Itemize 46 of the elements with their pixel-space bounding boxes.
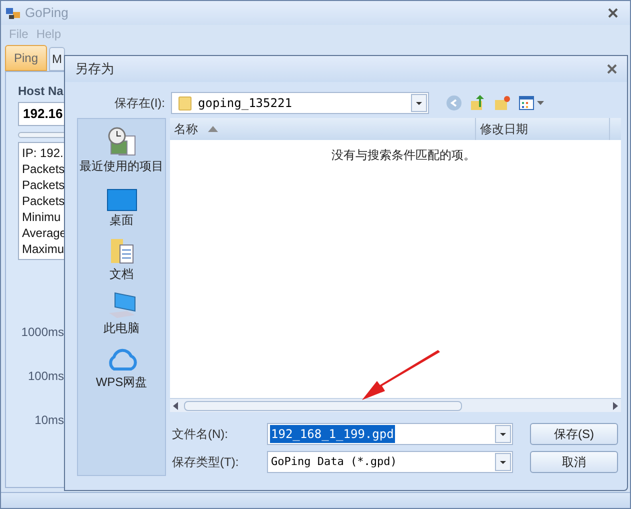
field-label: 保存类型(T): — [171, 454, 240, 471]
field-label: Host Na — [18, 83, 64, 100]
file-type-dropdown[interactable]: GoPing Data (*.gpd) — [267, 451, 513, 473]
tab[interactable]: M — [49, 47, 66, 71]
new-folder-icon[interactable] — [494, 95, 511, 111]
place-item[interactable]: 此电脑 — [104, 319, 140, 337]
column-header[interactable]: 修改日期 — [476, 118, 610, 140]
folder-dropdown[interactable]: goping_135221 — [171, 92, 429, 114]
column-header[interactable]: 名称 — [170, 118, 476, 140]
file-name-field[interactable]: 192_168_1_199.gpd — [267, 423, 513, 445]
tab[interactable]: Ping — [5, 45, 48, 71]
clock-document-icon — [106, 127, 136, 157]
stat-line: IP: 192. — [22, 145, 64, 161]
stat-line: Packets — [22, 193, 65, 209]
app-icon — [5, 5, 21, 21]
field-label: 文件名(N): — [171, 426, 229, 443]
close-icon[interactable] — [608, 8, 618, 18]
folder-icon — [178, 95, 192, 111]
documents-folder-icon — [108, 237, 134, 265]
stat-line: Maximu — [22, 241, 64, 257]
dialog-button[interactable]: 保存(S) — [530, 423, 618, 445]
scroll-left-icon[interactable] — [172, 400, 180, 410]
axis-label: 1000ms — [21, 324, 64, 340]
dialog-title: 另存为 — [75, 60, 114, 78]
stat-line: Minimu — [22, 209, 61, 225]
dialog-button[interactable]: 取消 — [530, 451, 618, 473]
desktop-icon — [106, 189, 136, 211]
window-title: GoPing — [25, 4, 68, 22]
scrollbar-thumb[interactable] — [184, 400, 462, 410]
stat-line: Packets — [22, 177, 65, 193]
stat-line: Average — [22, 225, 66, 241]
computer-icon — [106, 291, 136, 319]
place-item[interactable]: 文档 — [110, 265, 134, 283]
place-item[interactable]: 最近使用的项目 — [80, 157, 164, 175]
scroll-right-icon[interactable] — [611, 400, 619, 410]
field-label: 保存在(I): — [113, 95, 166, 112]
horizontal-scrollbar[interactable] — [170, 398, 621, 412]
stat-line: Packets — [22, 161, 65, 177]
place-item[interactable]: 桌面 — [110, 211, 134, 229]
view-menu-icon[interactable] — [519, 95, 545, 111]
axis-label: 100ms — [28, 368, 64, 384]
axis-label: 10ms — [34, 412, 64, 428]
place-item[interactable]: WPS网盘 — [96, 373, 148, 391]
up-folder-icon[interactable] — [470, 95, 486, 111]
close-icon[interactable] — [607, 64, 617, 74]
empty-message: 没有与搜索条件匹配的项。 — [332, 147, 476, 164]
